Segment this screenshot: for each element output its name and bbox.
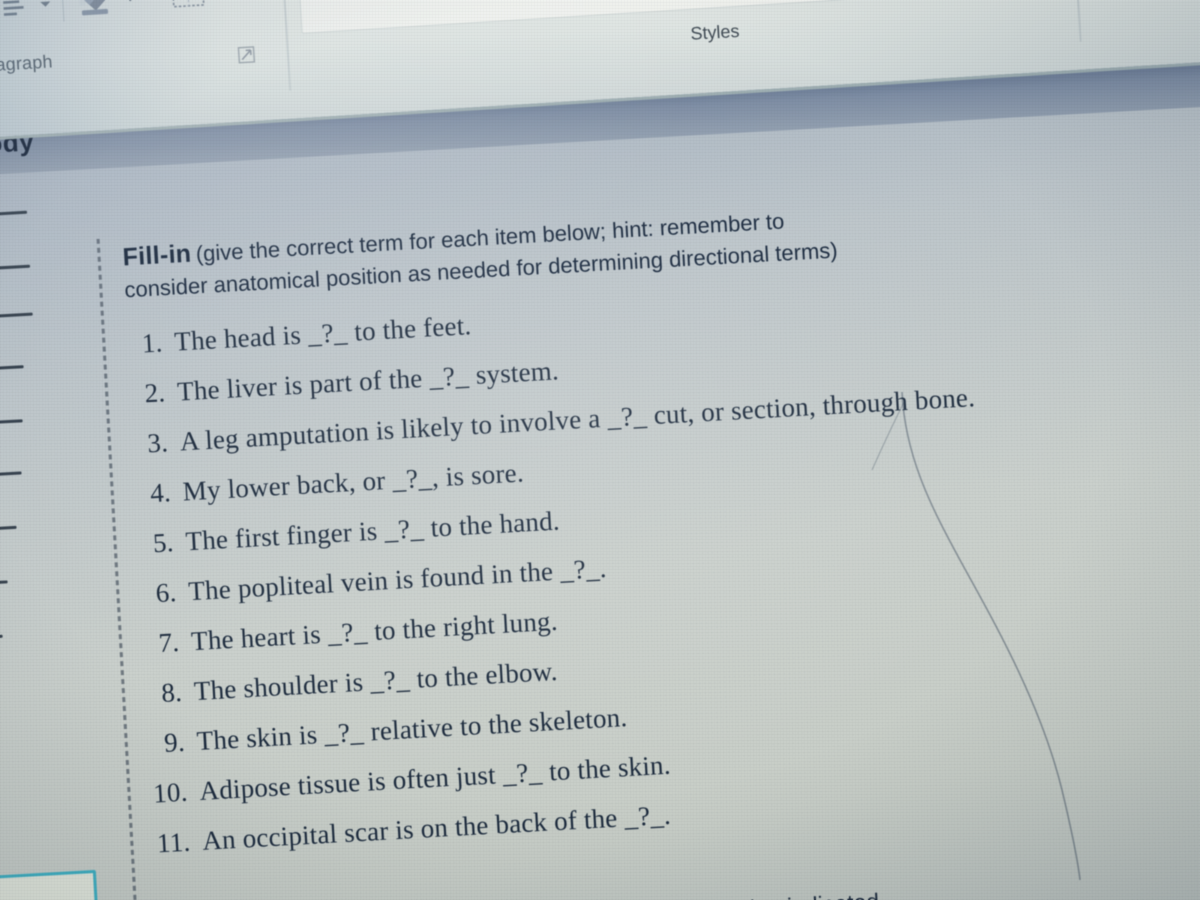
chevron-down-icon[interactable] [123, 0, 138, 9]
paragraph-group-label: aragraph [0, 51, 54, 76]
item-number: 6. [154, 576, 178, 609]
divider [61, 0, 65, 22]
item-number: 4. [149, 477, 172, 509]
item-number: 2. [143, 377, 167, 409]
document-body-text: Fill-in (give the correct term for each … [0, 101, 1200, 900]
monitor-photo: Z ¶ [0, 0, 1200, 900]
document-page[interactable]: Fill-in (give the correct term for each … [0, 100, 1200, 900]
item-number: 8. [160, 676, 183, 708]
item-number: 3. [146, 427, 169, 459]
fill-in-label: Fill-in [121, 239, 193, 272]
line-spacing-icon[interactable] [0, 0, 30, 27]
item-number: 7. [157, 626, 181, 659]
item-number: 9. [163, 726, 186, 758]
item-number: 11. [156, 826, 192, 859]
word-document-area: Body Fill-in (give the correct term for … [0, 48, 1200, 900]
shading-icon[interactable] [72, 0, 114, 23]
borders-icon[interactable] [168, 0, 208, 17]
next-line-partial: figure in the position indicated [575, 863, 1200, 900]
item-number: 10. [152, 776, 189, 809]
chevron-down-icon[interactable] [217, 0, 234, 4]
question-list: 1. The head is _?_ to the feet. 2. The l… [122, 267, 1200, 879]
item-number: 5. [152, 527, 175, 559]
styles-group-label: Styles [689, 20, 741, 44]
item-number: 1. [140, 327, 164, 359]
paragraph-icon-row [0, 0, 234, 29]
chevron-down-icon[interactable] [38, 0, 53, 15]
paragraph-dialog-launcher-icon[interactable] [236, 45, 258, 71]
